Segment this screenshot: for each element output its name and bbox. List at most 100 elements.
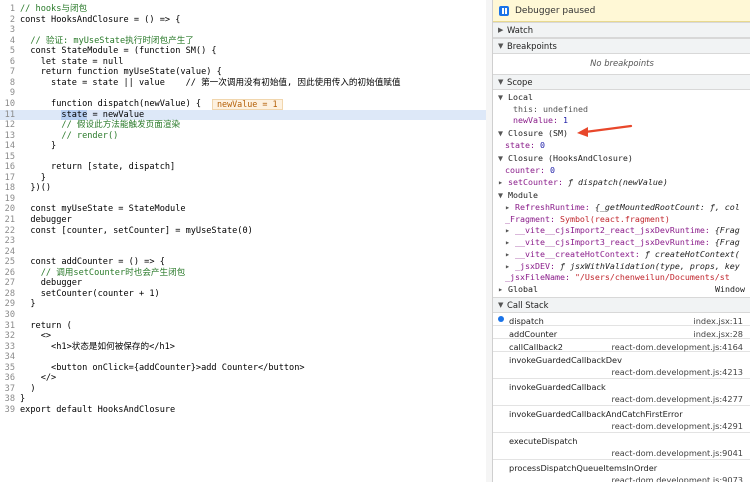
line-number[interactable]: 33 (0, 342, 15, 353)
scope-module-item[interactable]: ▸ __vite__cjsImport3_react_jsxDevRuntime… (493, 236, 750, 248)
code-line[interactable]: 4 // 验证: myUseState执行时闭包产生了 (0, 36, 492, 47)
call-stack-frame[interactable]: callCallback2 react-dom.development.js:41… (493, 339, 750, 352)
scope-module-item[interactable]: _jsxFileName: "/Users/chenweilun/Documen… (493, 271, 750, 283)
code-line[interactable]: 14 } (0, 141, 492, 152)
call-stack-frame[interactable]: dispatch index.jsx:11 (493, 313, 750, 326)
line-number[interactable]: 5 (0, 46, 15, 57)
line-number[interactable]: 13 (0, 131, 15, 142)
code-editor[interactable]: 1 // hooks与闭包 2 const HooksAndClosure = () … (0, 0, 492, 482)
code-line[interactable]: 35 <button onClick={addCounter}>add Coun… (0, 363, 492, 374)
code-line[interactable]: 36 </> (0, 373, 492, 384)
line-number[interactable]: 2 (0, 15, 15, 26)
scope-module-item[interactable]: ▸ __vite__cjsImport2_react_jsxDevRuntime… (493, 224, 750, 236)
code-line[interactable]: 25 const addCounter = () => { (0, 257, 492, 268)
call-stack-frame[interactable]: invokeGuardedCallbackAndCatchFirstError r… (493, 406, 750, 433)
scope-closure-hc[interactable]: ▼ Closure (HooksAndClosure) (493, 152, 750, 164)
scope-local[interactable]: ▼ Local (493, 91, 750, 103)
line-number[interactable]: 32 (0, 331, 15, 342)
code-line[interactable]: 23 (0, 236, 492, 247)
code-line[interactable]: 29 } (0, 299, 492, 310)
code-line[interactable]: 38} (0, 394, 492, 405)
line-number[interactable]: 7 (0, 67, 15, 78)
line-number[interactable]: 10 (0, 99, 15, 110)
code-line[interactable]: 22 const [counter, setCounter] = myUseSt… (0, 226, 492, 237)
line-number[interactable]: 19 (0, 194, 15, 205)
line-number[interactable]: 16 (0, 162, 15, 173)
watch-section-header[interactable]: ▶ Watch (493, 22, 750, 38)
line-number[interactable]: 28 (0, 289, 15, 300)
scope-closure-hc-counter[interactable]: counter: 0 (493, 164, 750, 176)
scope-closure-sm-state[interactable]: state: 0 (493, 139, 750, 151)
code-line[interactable]: 6 let state = null (0, 57, 492, 68)
code-line[interactable]: 13 // render() (0, 131, 492, 142)
line-number[interactable]: 29 (0, 299, 15, 310)
line-number[interactable]: 26 (0, 268, 15, 279)
code-line[interactable]: 2 const HooksAndClosure = () => { (0, 15, 492, 26)
line-number[interactable]: 31 (0, 321, 15, 332)
line-number[interactable]: 8 (0, 78, 15, 89)
code-line[interactable]: 17 } (0, 173, 492, 184)
line-number[interactable]: 17 (0, 173, 15, 184)
line-number[interactable]: 22 (0, 226, 15, 237)
code-line[interactable]: 26 // 调用setCounter时也会产生闭包 (0, 268, 492, 279)
scope-module-item[interactable]: ▸ _jsxDEV: ƒ jsxWithValidation(type, pro… (493, 260, 750, 272)
code-line[interactable]: 7 return function myUseState(value) { (0, 67, 492, 78)
call-stack-section-header[interactable]: ▼ Call Stack (493, 297, 750, 313)
line-number[interactable]: 15 (0, 152, 15, 163)
line-number[interactable]: 1 (0, 4, 15, 15)
line-number[interactable]: 37 (0, 384, 15, 395)
code-line[interactable]: 33 <h1>状态是如何被保存的</h1> (0, 342, 492, 353)
line-number[interactable]: 6 (0, 57, 15, 68)
line-number[interactable]: 34 (0, 352, 15, 363)
code-line[interactable]: 28 setCounter(counter + 1) (0, 289, 492, 300)
code-line[interactable]: 39 export default HooksAndClosure (0, 405, 492, 416)
line-number[interactable]: 30 (0, 310, 15, 321)
code-line[interactable]: 16 return [state, dispatch] (0, 162, 492, 173)
scope-global[interactable]: ▸ Global Window (493, 283, 750, 295)
code-line[interactable]: 32 <> (0, 331, 492, 342)
code-line[interactable]: 12 // 假设此方法能触发页面渲染 (0, 120, 492, 131)
code-line[interactable]: 9 (0, 88, 492, 99)
line-number[interactable]: 24 (0, 247, 15, 258)
code-line[interactable]: 19 (0, 194, 492, 205)
scope-module-item[interactable]: ▸ __vite__createHotContext: ƒ createHotC… (493, 248, 750, 260)
line-number[interactable]: 38 (0, 394, 15, 405)
code-line[interactable]: 11 state = newValue (0, 109, 492, 121)
line-number[interactable]: 27 (0, 278, 15, 289)
code-line[interactable]: 3 (0, 25, 492, 36)
call-stack-frame[interactable]: executeDispatch react-dom.development.js:… (493, 433, 750, 460)
line-number[interactable]: 20 (0, 204, 15, 215)
scope-module-item[interactable]: ▸ RefreshRuntime: {_getMountedRootCount:… (493, 201, 750, 213)
call-stack-frame[interactable]: invokeGuardedCallbackDev react-dom.develo… (493, 352, 750, 379)
code-line[interactable]: 1 // hooks与闭包 (0, 4, 492, 15)
line-number[interactable]: 36 (0, 373, 15, 384)
code-line[interactable]: 31 return ( (0, 321, 492, 332)
code-line[interactable]: 34 (0, 352, 492, 363)
code-line[interactable]: 20 const myUseState = StateModule (0, 204, 492, 215)
breakpoints-section-header[interactable]: ▼ Breakpoints (493, 38, 750, 54)
code-line[interactable]: 27 debugger (0, 278, 492, 289)
call-stack-frame[interactable]: invokeGuardedCallback react-dom.developme… (493, 379, 750, 406)
code-line[interactable]: 15 (0, 152, 492, 163)
line-number[interactable]: 25 (0, 257, 15, 268)
line-number[interactable]: 14 (0, 141, 15, 152)
code-line[interactable]: 21 debugger (0, 215, 492, 226)
code-line[interactable]: 24 (0, 247, 492, 258)
code-line[interactable]: 37 ) (0, 384, 492, 395)
code-line[interactable]: 18 })() (0, 183, 492, 194)
line-number[interactable]: 4 (0, 36, 15, 47)
line-number[interactable]: 11 (0, 110, 15, 121)
line-number[interactable]: 35 (0, 363, 15, 374)
code-line[interactable]: 5 const StateModule = (function SM() { (0, 46, 492, 57)
scope-module-item[interactable]: _Fragment: Symbol(react.fragment) (493, 213, 750, 225)
code-line[interactable]: 8 state = state || value // 第一次调用没有初始值, … (0, 78, 492, 89)
code-line[interactable]: 10 function dispatch(newValue) {newValue… (0, 98, 492, 110)
call-stack-frame[interactable]: processDispatchQueueItemsInOrder react-do… (493, 460, 750, 482)
line-number[interactable]: 18 (0, 183, 15, 194)
scope-module[interactable]: ▼ Module (493, 189, 750, 201)
selected-token[interactable]: state (61, 109, 88, 120)
call-stack-frame[interactable]: addCounter index.jsx:28 (493, 326, 750, 339)
line-number[interactable]: 39 (0, 405, 15, 416)
line-number[interactable]: 3 (0, 25, 15, 36)
line-number[interactable]: 9 (0, 88, 15, 99)
